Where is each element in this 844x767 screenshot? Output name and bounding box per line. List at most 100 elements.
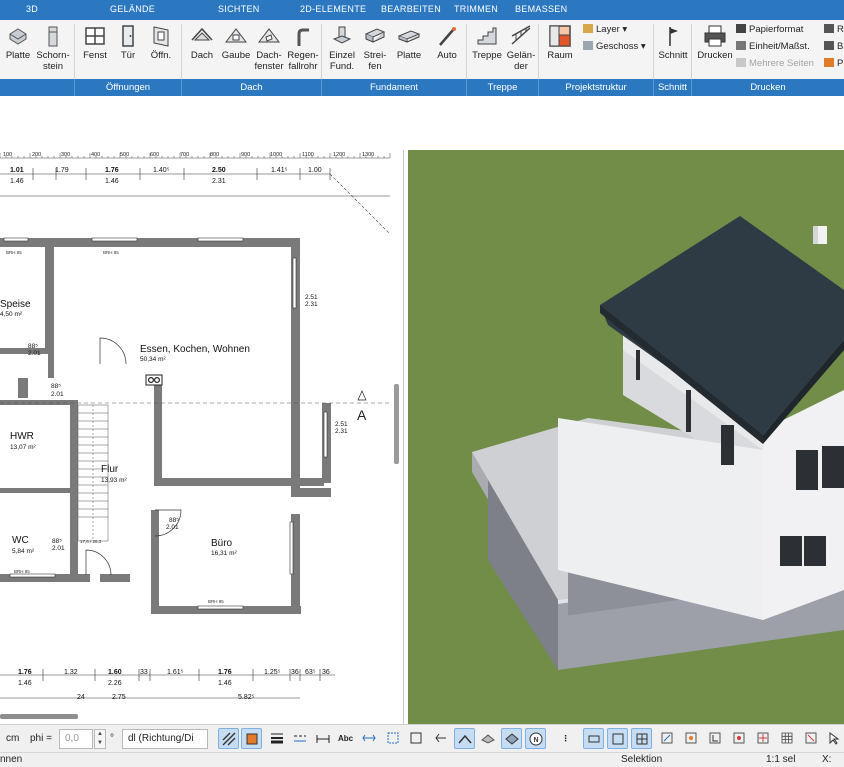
chimney-label: Schorn- stein [36, 50, 70, 72]
section-marker: A [357, 407, 367, 423]
section-arrow-icon [357, 390, 367, 401]
dimension-chain-button[interactable] [358, 728, 379, 749]
wall-segment[interactable] [0, 348, 48, 354]
wall-segment[interactable] [0, 400, 78, 405]
tab-3d[interactable]: 3D [26, 4, 38, 14]
view-3d-button[interactable] [501, 728, 522, 749]
frame-select-button[interactable] [382, 728, 403, 749]
railing-icon [511, 25, 531, 45]
cursor-button[interactable] [823, 728, 844, 749]
plan-horizontal-scrollbar[interactable] [0, 714, 78, 719]
print-button[interactable]: Drucken [695, 24, 735, 76]
snap-button-6[interactable] [800, 728, 821, 749]
section-flag-icon [669, 27, 678, 46]
linetype-button[interactable] [289, 728, 310, 749]
chimney-button[interactable]: Schorn- stein [33, 24, 73, 76]
ruler-label: 1100 [302, 152, 314, 158]
window-icon [85, 27, 105, 45]
wall-segment[interactable] [48, 348, 54, 378]
snap-button-2[interactable] [680, 728, 701, 749]
phi-stepper[interactable]: ▲ ▼ [94, 729, 106, 749]
multiple-pages-button[interactable]: Mehrere Seiten [736, 58, 814, 69]
railing-button[interactable]: Gelän- der [501, 24, 541, 76]
multiple-pages-icon [736, 58, 746, 67]
direction-select[interactable]: dl (Richtung/Di [122, 729, 208, 749]
snap-button-5[interactable] [752, 728, 773, 749]
view-2d-button[interactable] [454, 728, 475, 749]
ruler-label: 200 [32, 152, 41, 158]
hatch-tool-button[interactable] [218, 728, 239, 749]
frame-tool-button[interactable] [405, 728, 426, 749]
door-icon [122, 25, 134, 47]
app-window: 3D GELÄNDE SICHTEN 2D-ELEMENTE BEARBEITE… [0, 0, 844, 767]
wall-segment[interactable] [0, 488, 78, 493]
mesh-icon [480, 734, 495, 744]
unit-scale-button[interactable]: Einheit/Maßst. [736, 41, 810, 52]
opening-annotation: 88⁵ [51, 383, 61, 390]
extra-1-icon [824, 24, 834, 33]
foundation-slab-icon [397, 30, 421, 43]
phi-input[interactable]: 0,0 [59, 729, 93, 749]
plan-vertical-scrollbar[interactable] [394, 384, 399, 464]
wall-segment[interactable] [100, 574, 130, 582]
ruler-label: 100 [3, 152, 12, 158]
floor-plan-view[interactable]: 100 200 300 400 500 600 700 800 900 1000… [0, 150, 404, 724]
lineweight-button[interactable] [266, 728, 287, 749]
window [686, 390, 691, 432]
tab-bemassen[interactable]: BEMASSEN [515, 4, 567, 14]
north-button[interactable]: N [525, 728, 546, 749]
tab-bearbeiten[interactable]: BEARBEITEN [381, 4, 441, 14]
storey-dropdown[interactable]: Geschoss ▾ [583, 41, 646, 52]
ribbon-extra-3[interactable]: P [824, 58, 843, 69]
tab-sichten[interactable]: SICHTEN [218, 4, 260, 14]
snap-icon [661, 732, 672, 744]
view-mesh-button[interactable] [477, 728, 498, 749]
ruler-label: 1300 [362, 152, 374, 158]
window-layout-2-button[interactable] [607, 728, 628, 749]
wall-segment[interactable] [151, 510, 159, 610]
dim-label: 1.00 [308, 167, 322, 174]
auto-label: Auto [437, 50, 457, 61]
paper-format-icon [736, 24, 746, 33]
dimension-button[interactable] [312, 728, 333, 749]
group-project-structure: Projektstruktur [539, 79, 654, 96]
room-name: Büro [211, 538, 233, 549]
tab-gelaende[interactable]: GELÄNDE [110, 4, 155, 14]
opening-button[interactable]: Öffn. [141, 24, 181, 76]
wall-segment[interactable] [154, 478, 324, 486]
foundation-slab-button[interactable]: Platte [389, 24, 429, 76]
snap-button-4[interactable] [728, 728, 749, 749]
snap-button-3[interactable] [704, 728, 725, 749]
3d-view[interactable] [408, 150, 844, 724]
dim-label: 36 [322, 669, 330, 676]
text-tool-button[interactable]: Abc [335, 728, 356, 749]
status-selection: 1:1 sel [766, 754, 796, 765]
auto-button[interactable]: Auto [427, 24, 467, 76]
wall-segment[interactable] [45, 238, 54, 348]
tab-2d-elemente[interactable]: 2D-ELEMENTE [300, 4, 366, 14]
ribbon-extra-1[interactable]: R [824, 24, 844, 35]
tab-trimmen[interactable]: TRIMMEN [454, 4, 498, 14]
more-options-button[interactable]: ⋮ [555, 728, 576, 749]
room-button[interactable]: Raum [540, 24, 580, 76]
stair-icon [477, 27, 497, 45]
fill-tool-button[interactable] [241, 728, 262, 749]
snap-button-1[interactable] [656, 728, 677, 749]
layer-dropdown[interactable]: Layer ▾ [583, 24, 627, 35]
flip-button[interactable] [430, 728, 451, 749]
wall-segment[interactable] [18, 378, 28, 398]
dim-label: 1.46 [105, 178, 119, 185]
room-name: HWR [10, 431, 34, 442]
grid-button[interactable] [776, 728, 797, 749]
section-button[interactable]: Schnitt [653, 24, 693, 76]
wall-segment[interactable] [291, 488, 331, 497]
paper-format-button[interactable]: Papierformat [736, 24, 803, 35]
ruler-label: 1000 [270, 152, 282, 158]
ribbon-extra-2[interactable]: B [824, 41, 843, 52]
wall-segment[interactable] [154, 378, 162, 478]
downpipe-button[interactable]: Regen- fallrohr [283, 24, 323, 76]
window-layout-3-button[interactable] [631, 728, 652, 749]
snap-icon [685, 732, 696, 744]
layer-icon [583, 24, 593, 33]
window-layout-1-button[interactable] [583, 728, 604, 749]
